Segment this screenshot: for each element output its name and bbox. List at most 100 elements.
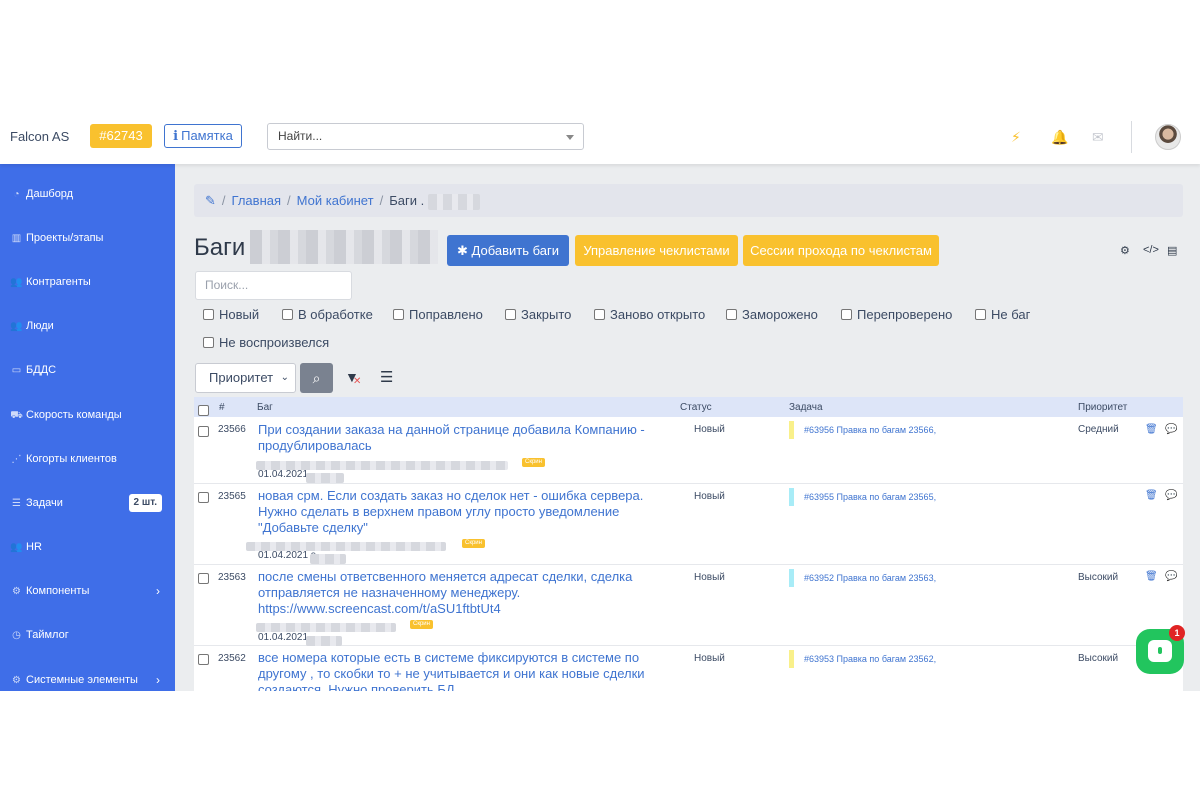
breadcrumb-cabinet[interactable]: Мой кабинет	[297, 193, 374, 208]
table-row[interactable]: 23562 все номера которые есть в системе …	[194, 646, 1183, 691]
filter-not-bug[interactable]: Не баг	[975, 307, 1030, 322]
filter-in-progress[interactable]: В обработке	[282, 307, 373, 322]
filter-label: Перепроверено	[857, 307, 953, 322]
sidebar-item-projects[interactable]: ▥ Проекты/этапы	[0, 216, 175, 260]
sidebar-item-people[interactable]: 👥 Люди	[0, 304, 175, 348]
brand-name[interactable]: Falcon AS	[10, 129, 69, 144]
filter-frozen[interactable]: Заморожено	[726, 307, 818, 322]
sidebar-item-components[interactable]: ⚙ Компоненты ›	[0, 569, 175, 613]
checkbox[interactable]	[505, 309, 516, 320]
bug-title-link[interactable]: При создании заказа на данной странице д…	[258, 422, 676, 454]
sidebar-item-cohorts[interactable]: ⋰ Когорты клиентов	[0, 437, 175, 481]
task-number-badge[interactable]: #62743	[90, 124, 152, 148]
app-frame: Falcon AS #62743 i Памятка Найти... ⚡ 🔔 ✉…	[0, 110, 1200, 691]
edit-icon[interactable]: ✎	[205, 193, 216, 208]
screenshot-tag[interactable]: Скрин	[462, 539, 485, 548]
search-icon: ⌕	[312, 370, 321, 386]
checkbox[interactable]	[198, 492, 209, 503]
filter-not-reproduced[interactable]: Не воспроизвелся	[203, 335, 329, 350]
sidebar-item-bdds[interactable]: ▭ БДДС	[0, 348, 175, 392]
checkbox[interactable]	[594, 309, 605, 320]
mail-icon[interactable]: ✉	[1092, 129, 1104, 146]
excel-icon[interactable]: ▤	[1167, 244, 1177, 257]
checkbox[interactable]	[393, 309, 404, 320]
sidebar-item-dashboard[interactable]: ◔ Дашборд	[0, 172, 175, 216]
clear-filter-icon[interactable]: ▼ ✕	[345, 369, 361, 387]
filter-reopened[interactable]: Заново открыто	[594, 307, 705, 322]
row-checkbox[interactable]	[198, 489, 214, 507]
screenshot-tag[interactable]: Скрин	[410, 620, 433, 629]
checkbox[interactable]	[198, 426, 209, 437]
bug-title-link[interactable]: новая срм. Если создать заказ но сделок …	[258, 488, 676, 536]
system-icon: ⚙	[12, 675, 21, 686]
bug-title-link[interactable]: после смены ответсвенного меняется адрес…	[258, 569, 676, 617]
sidebar-item-label: Скорость команды	[26, 409, 122, 421]
task-color-bar	[789, 569, 794, 587]
filter-label: Поправлено	[409, 307, 483, 322]
checkbox[interactable]	[975, 309, 986, 320]
bolt-icon[interactable]: ⚡	[1011, 129, 1021, 146]
bug-title-link[interactable]: все номера которые есть в системе фиксир…	[258, 650, 676, 691]
checkbox[interactable]	[198, 654, 209, 665]
checkbox[interactable]	[282, 309, 293, 320]
breadcrumb-home[interactable]: Главная	[232, 193, 281, 208]
checkbox[interactable]	[841, 309, 852, 320]
comment-icon[interactable]: 💬	[1165, 424, 1177, 435]
sidebar-item-hr[interactable]: 👥 HR	[0, 525, 175, 569]
checkbox[interactable]	[726, 309, 737, 320]
sidebar-item-system[interactable]: ⚙ Системные элементы ›	[0, 658, 175, 691]
screenshot-tag[interactable]: Скрин	[522, 458, 545, 467]
add-bugs-label: Добавить баги	[471, 243, 559, 258]
chevron-right-icon: ›	[156, 673, 160, 687]
users-icon: 👥	[10, 277, 23, 288]
avatar[interactable]	[1155, 124, 1181, 150]
filter-fixed[interactable]: Поправлено	[393, 307, 483, 322]
row-checkbox[interactable]	[198, 570, 214, 588]
filter-closed[interactable]: Закрыто	[505, 307, 571, 322]
sidebar-item-team-speed[interactable]: ⛟ Скорость команды	[0, 393, 175, 437]
trash-icon[interactable]: 🗑	[1145, 424, 1158, 435]
blurred-text	[427, 193, 480, 210]
menu-icon[interactable]: ☰	[380, 368, 393, 386]
row-checkbox[interactable]	[198, 423, 214, 441]
header-bug: Баг	[257, 402, 273, 413]
comment-icon[interactable]: 💬	[1165, 490, 1177, 501]
task-color-bar	[789, 650, 794, 668]
breadcrumb-current: Баги .	[389, 193, 425, 208]
sidebar-item-contractors[interactable]: 👥 Контрагенты	[0, 260, 175, 304]
bug-priority: Высокий	[1078, 653, 1119, 664]
add-bugs-button[interactable]: ✱ Добавить баги	[447, 235, 569, 266]
filter-new[interactable]: Новый	[203, 307, 259, 322]
task-link[interactable]: #63955 Правка по багам 23565,	[789, 488, 936, 506]
code-icon[interactable]: </>	[1143, 244, 1159, 256]
priority-select[interactable]: Приоритет ⌄	[195, 363, 296, 393]
checklist-sessions-button[interactable]: Сессии прохода по чеклистам	[743, 235, 939, 266]
task-link[interactable]: #63953 Правка по багам 23562,	[789, 650, 936, 668]
search-button[interactable]: ⌕	[300, 363, 333, 393]
global-search-select[interactable]: Найти...	[267, 123, 584, 150]
sidebar-item-timelog[interactable]: ◷ Таймлог	[0, 613, 175, 657]
manage-checklists-button[interactable]: Управление чеклистами	[575, 235, 738, 266]
memo-button[interactable]: i Памятка	[164, 124, 242, 148]
checkbox[interactable]	[198, 405, 209, 416]
sidebar-item-tasks[interactable]: ☰ Задачи 2 шт.	[0, 481, 175, 525]
bug-id: 23566	[218, 424, 246, 435]
bell-icon[interactable]: 🔔	[1051, 129, 1068, 146]
bug-search-input[interactable]: Поиск...	[195, 271, 352, 300]
checkbox[interactable]	[203, 337, 214, 348]
checkbox[interactable]	[203, 309, 214, 320]
table-row[interactable]: 23566 При создании заказа на данной стра…	[194, 417, 1183, 484]
comment-icon[interactable]: 💬	[1165, 571, 1177, 582]
trash-icon[interactable]: 🗑	[1145, 490, 1158, 501]
checkbox[interactable]	[198, 573, 209, 584]
table-row[interactable]: 23563 после смены ответсвенного меняется…	[194, 565, 1183, 646]
table-row[interactable]: 23565 новая срм. Если создать заказ но с…	[194, 484, 1183, 565]
chat-widget-button[interactable]: 1	[1136, 625, 1185, 674]
task-color-bar	[789, 488, 794, 506]
settings-icon[interactable]: ⚙	[1120, 244, 1130, 257]
filter-rechecked[interactable]: Перепроверено	[841, 307, 952, 322]
task-link[interactable]: #63956 Правка по багам 23566,	[789, 421, 936, 439]
trash-icon[interactable]: 🗑	[1145, 571, 1158, 582]
row-checkbox[interactable]	[198, 651, 214, 669]
task-link[interactable]: #63952 Правка по багам 23563,	[789, 569, 936, 587]
